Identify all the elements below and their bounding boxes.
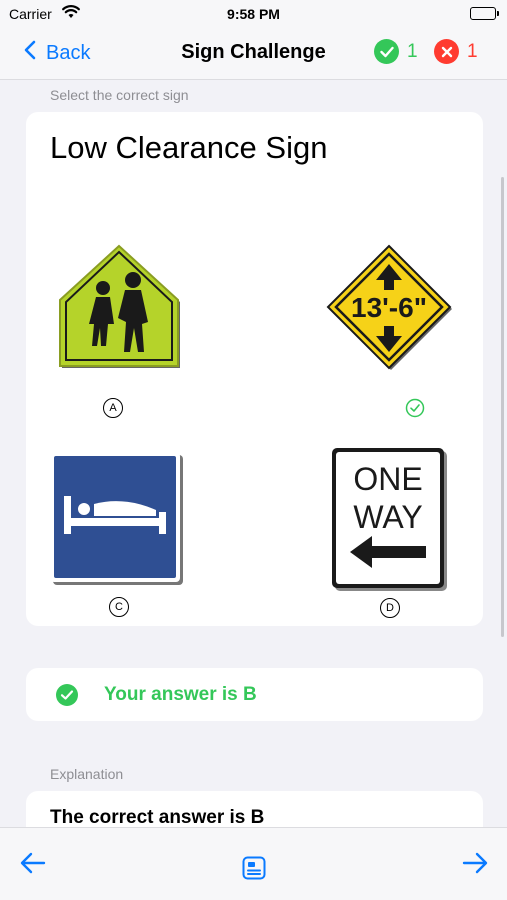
previous-button[interactable]: [20, 852, 46, 879]
navigation-bar: Back Sign Challenge 1 1: [0, 28, 507, 80]
question-title: Low Clearance Sign: [50, 130, 328, 165]
lodging-sign: [50, 452, 183, 585]
correct-count: 1: [407, 40, 418, 62]
low-clearance-sign: 13'-6": [326, 244, 452, 370]
explanation-card: The correct answer is B: [26, 791, 483, 827]
x-circle-icon: [434, 39, 459, 64]
option-d-letter: D: [380, 598, 400, 618]
question-card: Low Clearance Sign A 13'-6" C ONE WAY D: [26, 112, 483, 626]
clock: 9:58 PM: [227, 6, 280, 22]
scrollbar[interactable]: [501, 177, 504, 637]
wrong-count: 1: [467, 40, 478, 62]
option-c[interactable]: C: [50, 452, 186, 622]
battery-icon: [470, 7, 499, 20]
notes-icon: [242, 856, 266, 880]
wrong-score: 1: [434, 39, 478, 64]
answer-result-text: Your answer is B: [104, 684, 257, 705]
explanation-text: The correct answer is B: [50, 807, 265, 827]
checkmark-circle-icon: [374, 39, 399, 64]
instruction-label: Select the correct sign: [50, 87, 189, 103]
option-b[interactable]: 13'-6": [324, 242, 460, 422]
status-bar: Carrier 9:58 PM: [0, 0, 507, 28]
one-way-line2: WAY: [353, 499, 422, 535]
arrow-right-icon: [462, 852, 488, 874]
school-crossing-sign: [59, 244, 180, 368]
option-a[interactable]: A: [56, 242, 186, 422]
explanation-label: Explanation: [50, 766, 124, 782]
one-way-line1: ONE: [353, 461, 422, 497]
next-button[interactable]: [462, 852, 488, 879]
checkmark-circle-icon: [56, 684, 78, 711]
notes-button[interactable]: [242, 856, 266, 885]
option-d[interactable]: ONE WAY D: [332, 448, 452, 624]
arrow-left-icon: [20, 852, 46, 874]
bottom-toolbar: [0, 827, 507, 900]
chevron-left-icon: [24, 40, 36, 66]
clearance-height-text: 13'-6": [351, 292, 427, 323]
checkmark-circle-icon: [405, 398, 425, 418]
one-way-sign: ONE WAY: [332, 448, 447, 591]
correct-score: 1: [374, 39, 418, 64]
option-c-letter: C: [109, 597, 129, 617]
scroll-content[interactable]: Select the correct sign Low Clearance Si…: [0, 81, 507, 827]
answer-result-card: Your answer is B: [26, 668, 483, 721]
back-button[interactable]: Back: [24, 40, 90, 66]
option-a-letter: A: [103, 398, 123, 418]
back-label: Back: [46, 41, 91, 64]
